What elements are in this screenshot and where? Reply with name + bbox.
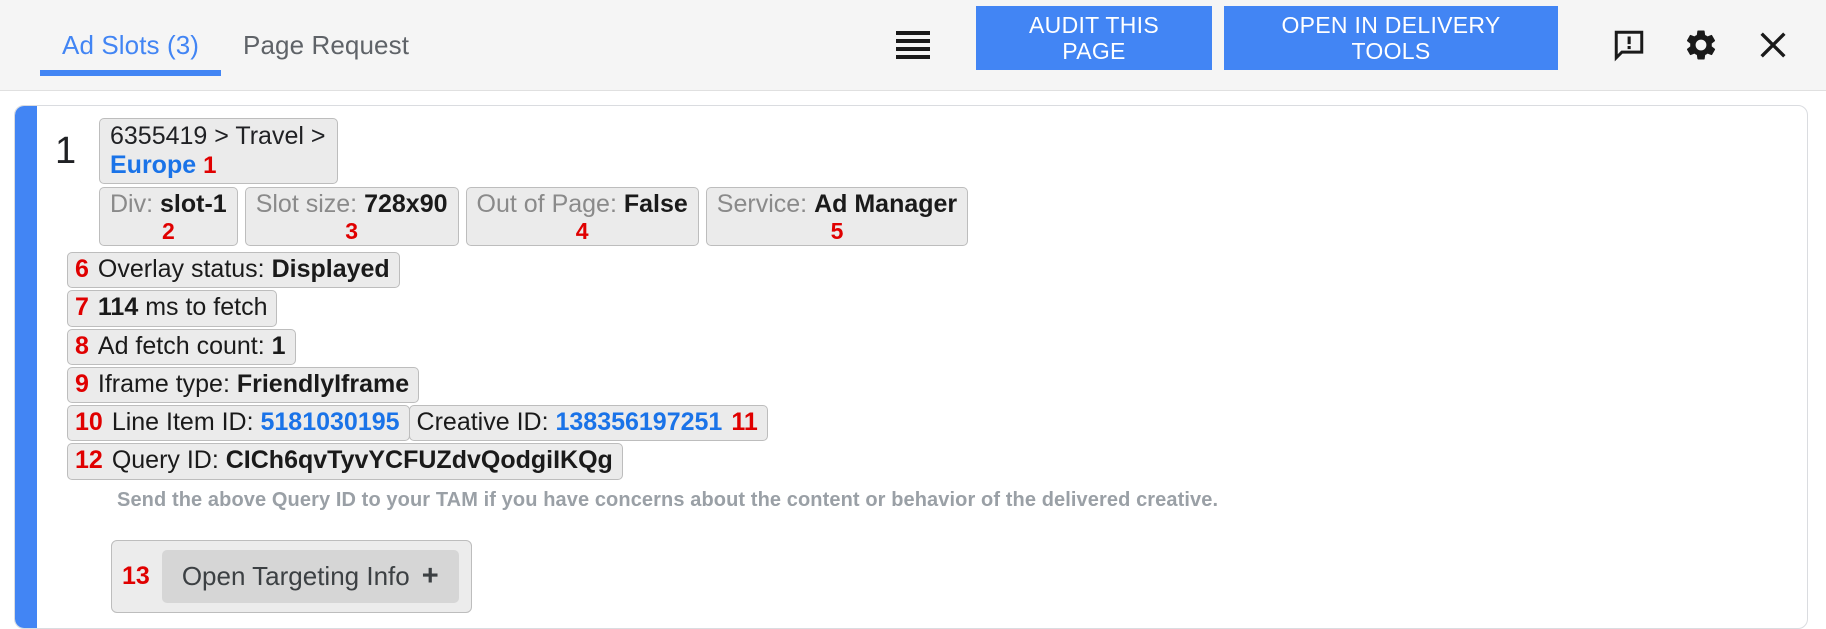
breadcrumb-path: 6355419 > Travel > — [110, 122, 325, 151]
meta-chip-out-of-page-text: Out of Page: False — [477, 190, 688, 219]
query-id-text: Query ID: CICh6qvTyvYCFUZdvQodgiIKQg — [112, 445, 613, 476]
line-item-text: Line Item ID: 5181030195 — [112, 407, 400, 438]
stat-chip-iframe-type: 9 Iframe type: FriendlyIframe — [67, 367, 419, 403]
close-icon[interactable] — [1754, 26, 1792, 64]
meta-chip-service-label: Service: — [717, 190, 807, 218]
breadcrumb[interactable]: 6355419 > Travel > Europe 1 — [99, 118, 338, 184]
stat-row-query-id: 12 Query ID: CICh6qvTyvYCFUZdvQodgiIKQg — [67, 443, 1807, 479]
query-id-value: CICh6qvTyvYCFUZdvQodgiIKQg — [226, 446, 613, 474]
stat-iframe-type-value: FriendlyIframe — [237, 370, 409, 398]
plus-icon: + — [422, 560, 439, 593]
annotation-badge-5: 5 — [831, 219, 844, 244]
annotation-badge-13: 13 — [122, 562, 150, 591]
audit-this-page-button[interactable]: AUDIT THIS PAGE — [976, 6, 1212, 70]
tab-bar: Ad Slots (3) Page Request — [0, 0, 431, 90]
slot-index: 1 — [55, 118, 85, 170]
stat-fetch-time-value: 114 — [98, 293, 138, 321]
open-in-delivery-tools-button[interactable]: OPEN IN DELIVERY TOOLS — [1224, 6, 1558, 70]
ad-slot-card-area: 1 6355419 > Travel > Europe 1 Div: slot-… — [0, 91, 1826, 629]
annotation-badge-8: 8 — [75, 331, 89, 362]
open-targeting-info-button[interactable]: Open Targeting Info + — [162, 550, 459, 603]
creative-value[interactable]: 138356197251 — [555, 408, 722, 436]
open-targeting-info-label: Open Targeting Info — [182, 561, 410, 592]
menu-button[interactable] — [896, 0, 976, 90]
stat-row-fetch-time: 7 114 ms to fetch — [67, 290, 1807, 326]
meta-chip-service-text: Service: Ad Manager — [717, 190, 957, 219]
targeting-info-container: 13 Open Targeting Info + — [111, 540, 472, 613]
stat-fetch-count-value: 1 — [272, 332, 286, 360]
annotation-badge-11: 11 — [731, 407, 757, 438]
annotation-badge-2: 2 — [162, 219, 175, 244]
query-id-label: Query ID: — [112, 446, 219, 474]
meta-chip-div-label: Div: — [110, 190, 153, 218]
toolbar-icon-group — [1558, 0, 1826, 90]
stat-row-overlay-status: 6 Overlay status: Displayed — [67, 252, 1807, 288]
stat-overlay-status-text: Overlay status: Displayed — [98, 254, 390, 285]
line-item-label: Line Item ID: — [112, 408, 254, 436]
annotation-badge-12: 12 — [75, 445, 103, 476]
query-id-note: Send the above Query ID to your TAM if y… — [117, 489, 1807, 512]
stat-fetch-count-label: Ad fetch count: — [98, 332, 265, 360]
stat-row-ids: 10 Line Item ID: 5181030195 Creative ID:… — [67, 405, 1807, 441]
creative-text: Creative ID: 138356197251 — [417, 407, 723, 438]
stat-iframe-type-text: Iframe type: FriendlyIframe — [98, 369, 409, 400]
slot-meta-row: Div: slot-1 2 Slot size: 728x90 3 Out of… — [99, 187, 1807, 246]
tab-page-request[interactable]: Page Request — [221, 0, 431, 90]
hamburger-icon — [896, 31, 930, 59]
meta-chip-slot-size-text: Slot size: 728x90 — [256, 190, 448, 219]
stat-chip-creative-id: Creative ID: 138356197251 11 — [409, 405, 768, 441]
meta-chip-div: Div: slot-1 2 — [99, 187, 238, 246]
meta-chip-service-value: Ad Manager — [814, 190, 957, 218]
stat-overlay-status-value: Displayed — [272, 255, 390, 283]
stat-chip-fetch-time: 7 114 ms to fetch — [67, 290, 277, 326]
meta-chip-out-of-page-label: Out of Page: — [477, 190, 617, 218]
stat-fetch-count-text: Ad fetch count: 1 — [98, 331, 286, 362]
meta-chip-out-of-page-value: False — [624, 190, 688, 218]
meta-chip-div-text: Div: slot-1 — [110, 190, 227, 219]
meta-chip-div-value: slot-1 — [160, 190, 227, 218]
meta-chip-slot-size-value: 728x90 — [364, 190, 447, 218]
annotation-badge-7: 7 — [75, 292, 89, 323]
annotation-badge-10: 10 — [75, 407, 103, 438]
gear-icon[interactable] — [1682, 26, 1720, 64]
feedback-icon[interactable] — [1610, 26, 1648, 64]
meta-chip-out-of-page: Out of Page: False 4 — [466, 187, 699, 246]
slot-header: 1 6355419 > Travel > Europe 1 — [55, 118, 1807, 184]
meta-chip-slot-size: Slot size: 728x90 3 — [245, 187, 459, 246]
meta-chip-slot-size-label: Slot size: — [256, 190, 357, 218]
line-item-value[interactable]: 5181030195 — [261, 408, 400, 436]
tab-ad-slots-label: Ad Slots (3) — [62, 30, 199, 61]
top-toolbar: Ad Slots (3) Page Request AUDIT THIS PAG… — [0, 0, 1826, 91]
stat-row-fetch-count: 8 Ad fetch count: 1 — [67, 329, 1807, 365]
ad-slot-card: 1 6355419 > Travel > Europe 1 Div: slot-… — [14, 105, 1808, 629]
creative-label: Creative ID: — [417, 408, 549, 436]
stat-row-iframe-type: 9 Iframe type: FriendlyIframe — [67, 367, 1807, 403]
stat-chip-query-id: 12 Query ID: CICh6qvTyvYCFUZdvQodgiIKQg — [67, 443, 623, 479]
tab-ad-slots[interactable]: Ad Slots (3) — [40, 0, 221, 90]
ad-slot-card-body: 1 6355419 > Travel > Europe 1 Div: slot-… — [15, 106, 1807, 629]
toolbar-spacer — [431, 0, 896, 90]
stat-overlay-status-label: Overlay status: — [98, 255, 265, 283]
annotation-badge-1: 1 — [203, 152, 216, 179]
annotation-badge-3: 3 — [345, 219, 358, 244]
tab-page-request-label: Page Request — [243, 30, 409, 61]
annotation-badge-4: 4 — [576, 219, 589, 244]
stat-fetch-time-text: 114 ms to fetch — [98, 292, 268, 323]
stat-fetch-time-label: ms to fetch — [145, 293, 267, 321]
meta-chip-service: Service: Ad Manager 5 — [706, 187, 968, 246]
stat-iframe-type-label: Iframe type: — [98, 370, 230, 398]
stat-chip-overlay-status: 6 Overlay status: Displayed — [67, 252, 400, 288]
breadcrumb-leaf[interactable]: Europe — [110, 151, 196, 179]
annotation-badge-9: 9 — [75, 369, 89, 400]
annotation-badge-6: 6 — [75, 254, 89, 285]
stat-chip-line-item-id: 10 Line Item ID: 5181030195 — [67, 405, 410, 441]
slot-stats-list: 6 Overlay status: Displayed 7 114 ms to … — [67, 252, 1807, 480]
stat-chip-fetch-count: 8 Ad fetch count: 1 — [67, 329, 296, 365]
breadcrumb-leaf-row: Europe 1 — [110, 151, 216, 180]
